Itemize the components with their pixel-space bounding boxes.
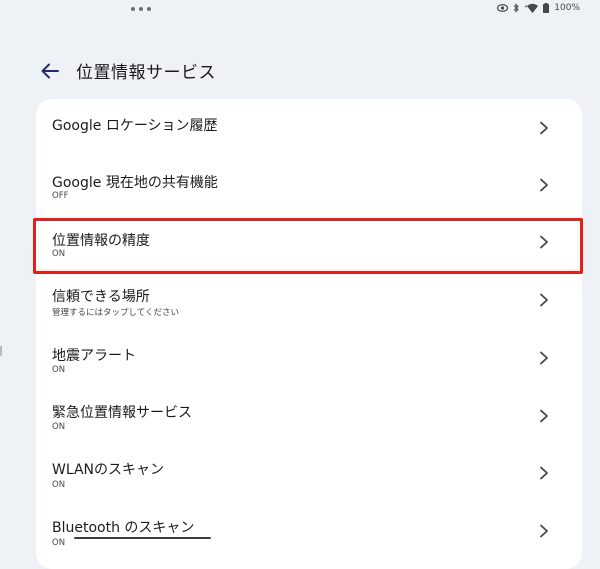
- item-status: OFF: [52, 191, 69, 201]
- item-title: 緊急位置情報サービス: [52, 405, 192, 421]
- list-item-location-accuracy[interactable]: 位置情報の精度 ON: [36, 215, 582, 273]
- item-title: 位置情報の精度: [52, 233, 150, 249]
- battery-icon: [543, 3, 550, 13]
- list-item-emergency-location[interactable]: 緊急位置情報サービス ON: [36, 389, 582, 447]
- item-title: Bluetooth のスキャン: [52, 520, 195, 536]
- chevron-right-icon: [540, 178, 548, 192]
- back-arrow-icon: [41, 63, 59, 78]
- item-status: ON: [52, 422, 66, 432]
- chevron-right-icon: [540, 466, 548, 480]
- list-item-wlan-scanning[interactable]: WLANのスキャン ON: [36, 447, 582, 505]
- settings-list: Google ロケーション履歴 Google 現在地の共有機能 OFF 位置情報…: [36, 99, 582, 569]
- list-item-trusted-places[interactable]: 信頼できる場所 管理するにはタップしてください: [36, 273, 582, 331]
- list-item-bluetooth-scanning[interactable]: Bluetooth のスキャン ON: [36, 505, 582, 563]
- item-description: 管理するにはタップしてください: [52, 308, 179, 318]
- item-title: 信頼できる場所: [52, 289, 150, 305]
- item-title: 地震アラート: [52, 348, 136, 364]
- multitask-dots-icon[interactable]: [131, 7, 151, 11]
- list-item-location-history[interactable]: Google ロケーション履歴: [36, 99, 582, 157]
- bluetooth-icon: [513, 3, 519, 13]
- status-icons: + 100%: [497, 3, 580, 13]
- battery-percentage: 100%: [554, 3, 580, 13]
- item-status: ON: [52, 480, 66, 490]
- chevron-right-icon: [540, 235, 548, 249]
- back-button[interactable]: [38, 59, 62, 83]
- svg-text:+: +: [524, 4, 528, 10]
- wifi-icon: +: [524, 3, 539, 13]
- item-status: ON: [52, 249, 66, 259]
- item-title: WLANのスキャン: [52, 462, 165, 478]
- page-title: 位置情報サービス: [76, 63, 216, 83]
- list-item-location-sharing[interactable]: Google 現在地の共有機能 OFF: [36, 157, 582, 215]
- item-title: Google ロケーション履歴: [52, 118, 218, 134]
- chevron-right-icon: [540, 524, 548, 538]
- item-status: ON: [52, 365, 66, 375]
- chevron-right-icon: [540, 351, 548, 365]
- item-title: Google 現在地の共有機能: [52, 175, 218, 191]
- item-status: ON: [52, 538, 66, 548]
- header: 位置情報サービス: [38, 58, 216, 83]
- eye-icon: [497, 4, 509, 12]
- edge-indicator: [0, 346, 2, 356]
- gesture-handle[interactable]: [74, 537, 211, 539]
- chevron-right-icon: [540, 121, 548, 135]
- status-bar: + 100%: [0, 0, 600, 20]
- chevron-right-icon: [540, 293, 548, 307]
- list-item-earthquake-alerts[interactable]: 地震アラート ON: [36, 331, 582, 389]
- chevron-right-icon: [540, 409, 548, 423]
